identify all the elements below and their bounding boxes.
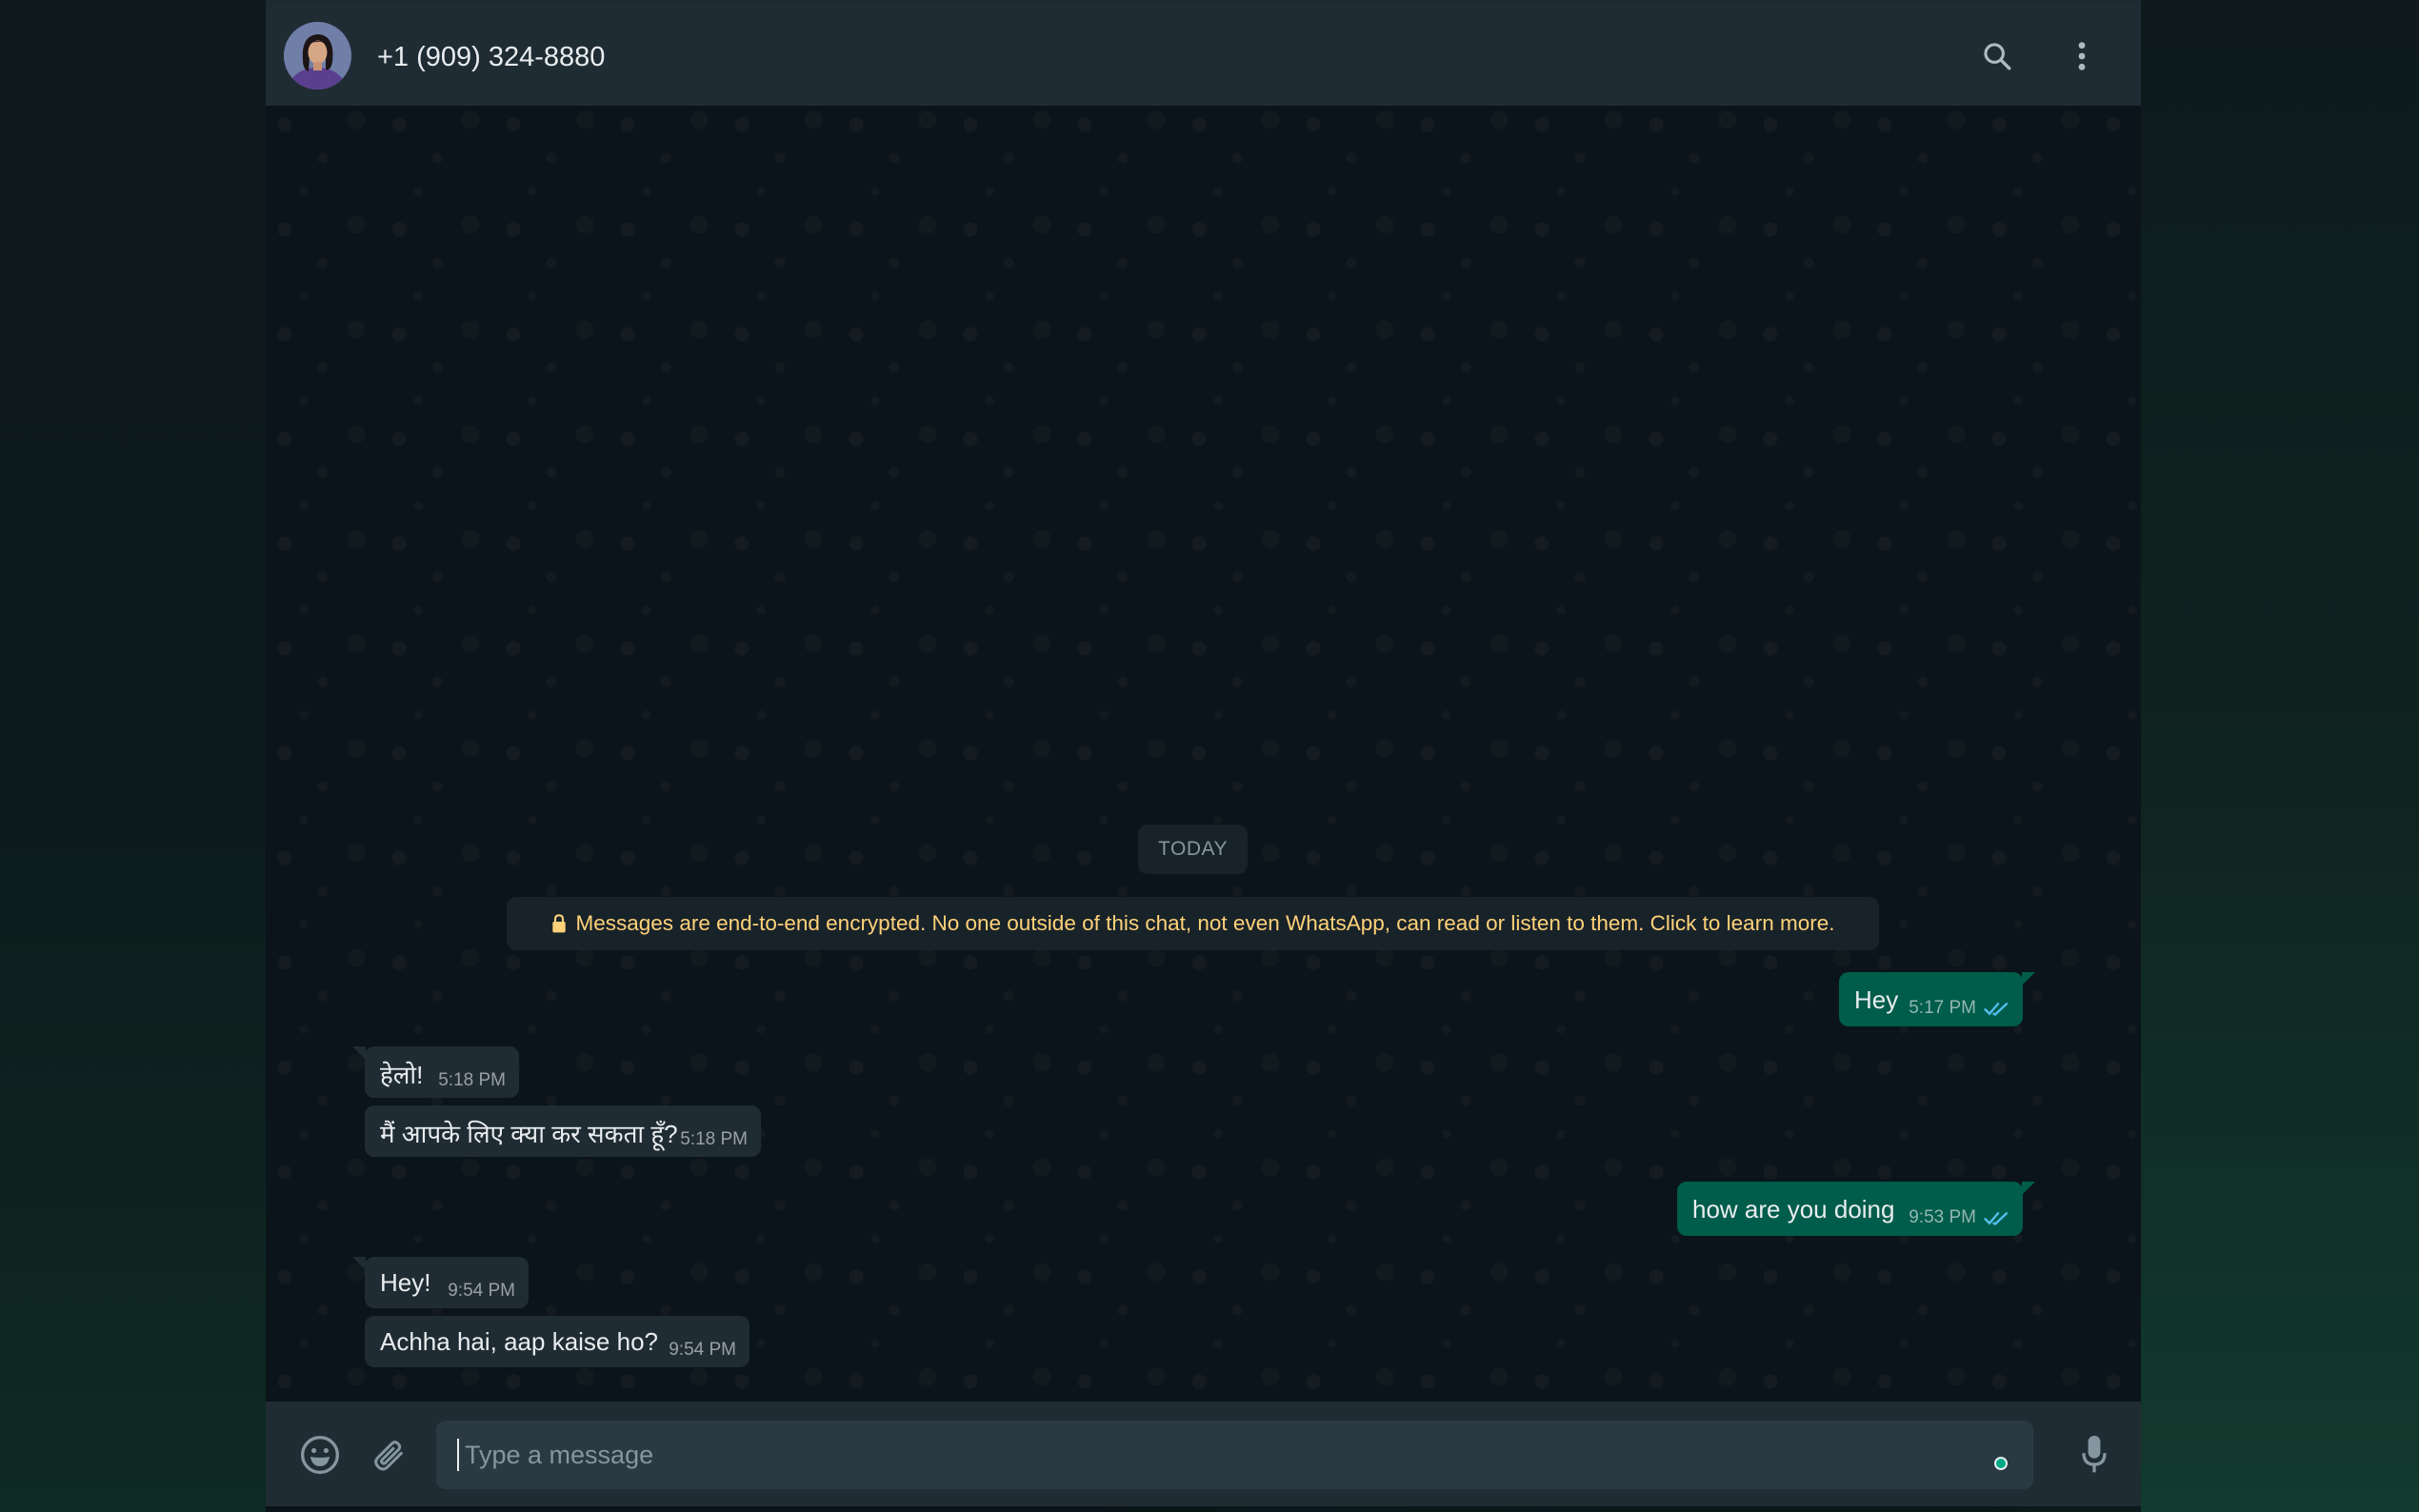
message-text: Hey! <box>380 1268 431 1297</box>
message-time: 5:18 PM <box>680 1129 748 1149</box>
composer-bar <box>266 1402 2141 1506</box>
message-text: Achha hai, aap kaise ho? <box>380 1327 658 1356</box>
message-bubble-outgoing[interactable]: how are you doing 9:53 PM <box>1677 1182 2035 1236</box>
search-button[interactable] <box>1975 34 2019 78</box>
message-bubble-incoming[interactable]: Achha hai, aap kaise ho? 9:54 PM <box>365 1316 750 1367</box>
message-input[interactable] <box>436 1421 2033 1489</box>
bubble-tail <box>2022 1182 2035 1195</box>
message-bubble-incoming[interactable]: मैं आपके लिए क्या कर सकता हूँ? 5:18 PM <box>365 1105 761 1157</box>
message-time: 9:53 PM <box>1909 1207 1976 1227</box>
message-meta: 5:17 PM <box>1909 998 2009 1019</box>
right-backdrop <box>2141 0 2419 1512</box>
message-list[interactable]: TODAY Messages are end-to-end encrypted.… <box>266 106 2141 1402</box>
encryption-notice-text: Messages are end-to-end encrypted. No on… <box>575 911 1835 935</box>
read-receipt-icon <box>1984 1002 2009 1016</box>
voice-message-button[interactable] <box>2071 1432 2117 1478</box>
bubble-tail <box>2022 972 2035 985</box>
message-time: 5:17 PM <box>1909 998 1976 1018</box>
message-bubble-incoming[interactable]: हेलो! 5:18 PM <box>352 1046 519 1098</box>
message-text: how are you doing <box>1692 1195 1895 1224</box>
message-text: Hey <box>1854 985 1899 1014</box>
message-time: 9:54 PM <box>448 1281 515 1301</box>
chat-window: +1 (909) 324-8880 TODAY Messages are end… <box>266 6 2141 1506</box>
search-icon <box>1984 43 2011 70</box>
bubble-tail <box>352 1257 366 1270</box>
left-backdrop <box>0 0 266 1512</box>
emoji-button[interactable] <box>297 1432 343 1478</box>
attach-button[interactable] <box>366 1432 411 1478</box>
message-time: 9:54 PM <box>669 1340 736 1360</box>
encryption-notice[interactable]: Messages are end-to-end encrypted. No on… <box>507 897 1879 950</box>
contact-name[interactable]: +1 (909) 324-8880 <box>377 42 605 72</box>
bubble-tail <box>352 1046 366 1060</box>
chat-header: +1 (909) 324-8880 <box>266 6 2141 106</box>
grammar-status-dot[interactable] <box>1994 1457 2008 1470</box>
message-text: मैं आपके लिए क्या कर सकता हूँ? <box>380 1120 678 1148</box>
contact-avatar[interactable] <box>284 22 351 90</box>
message-text: हेलो! <box>380 1061 424 1089</box>
emoji-icon <box>301 1436 339 1474</box>
message-bubble-incoming[interactable]: Hey! 9:54 PM <box>352 1257 529 1308</box>
microphone-icon <box>2082 1435 2107 1473</box>
message-time: 5:18 PM <box>438 1070 506 1090</box>
read-receipt-icon <box>1984 1211 2009 1225</box>
lock-icon <box>551 914 566 933</box>
message-bubble-outgoing[interactable]: Hey 5:17 PM <box>1839 972 2035 1026</box>
more-vertical-icon <box>2078 42 2086 70</box>
date-divider: TODAY <box>1138 825 1248 874</box>
paperclip-icon <box>374 1441 403 1471</box>
menu-button[interactable] <box>2060 34 2104 78</box>
message-meta: 9:53 PM <box>1909 1207 2009 1228</box>
text-cursor <box>457 1439 459 1471</box>
